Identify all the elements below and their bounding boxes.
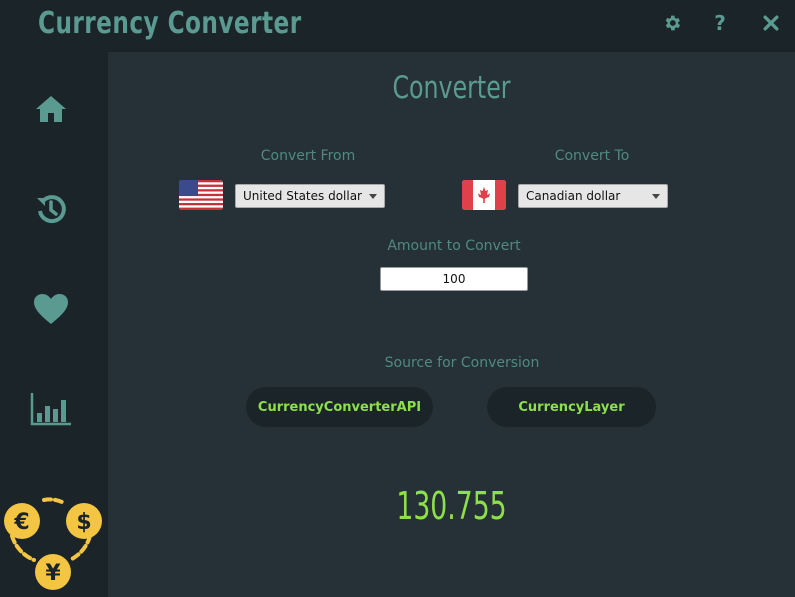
history-icon [37, 195, 66, 224]
nav-home[interactable] [24, 82, 78, 136]
convert-to-label: Convert To [554, 148, 630, 164]
title-bar: Currency Converter ? [0, 0, 795, 52]
to-currency-select[interactable]: Canadian dollar [518, 184, 668, 208]
nav-statistics[interactable] [24, 382, 78, 436]
gear-icon [665, 15, 681, 31]
us-flag-icon [179, 180, 223, 210]
home-icon [36, 96, 66, 122]
bar-chart-icon [30, 393, 71, 426]
help-button[interactable]: ? [707, 10, 733, 36]
source-currencylayer-button[interactable]: CurrencyLayer [487, 387, 656, 427]
page-title: Converter [392, 70, 511, 106]
heart-icon [34, 294, 68, 324]
from-currency-value: United States dollar [243, 189, 362, 203]
app-title: Currency Converter [38, 6, 302, 41]
nav-favorites[interactable] [24, 282, 78, 336]
currency-exchange-logo: € $ ¥ [4, 497, 102, 590]
converter-panel: Converter Convert From Convert To United… [108, 52, 795, 597]
from-currency-select[interactable]: United States dollar [235, 184, 385, 208]
svg-text:¥: ¥ [45, 561, 61, 586]
conversion-result: 130.755 [396, 484, 507, 528]
nav-history[interactable] [24, 182, 78, 236]
source-label: Source for Conversion [384, 355, 540, 371]
amount-input[interactable] [380, 267, 528, 291]
to-currency-value: Canadian dollar [526, 189, 621, 203]
svg-text:€: € [13, 510, 29, 535]
close-icon [763, 15, 779, 31]
chevron-down-icon [652, 194, 660, 199]
convert-from-label: Convert From [260, 148, 356, 164]
chevron-down-icon [369, 194, 377, 199]
close-button[interactable] [758, 10, 784, 36]
source-currencyconverterapi-button[interactable]: CurrencyConverterAPI [246, 387, 433, 427]
settings-button[interactable] [659, 10, 685, 36]
svg-text:$: $ [76, 510, 91, 535]
amount-label: Amount to Convert [387, 238, 521, 254]
canada-flag-icon [462, 180, 506, 210]
